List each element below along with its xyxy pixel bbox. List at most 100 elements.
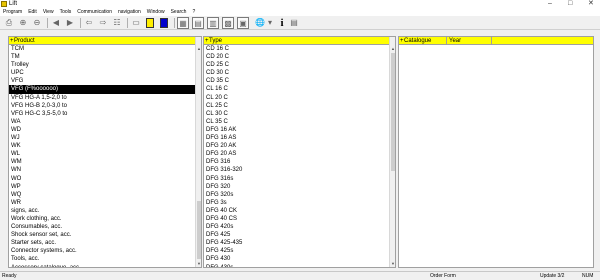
type-list-item[interactable]: DFG 40 CS	[204, 215, 395, 223]
arrow-left-icon[interactable]: ⇦	[83, 17, 95, 29]
info-icon[interactable]: i	[276, 17, 288, 29]
type-list-item[interactable]: DFG 316s	[204, 175, 395, 183]
menu-item-8[interactable]: ?	[192, 9, 195, 15]
product-list-item[interactable]: VFG HG-C 3,5-5,0 to	[9, 110, 201, 118]
type-list-item[interactable]: DFG 425-435	[204, 239, 395, 247]
zoom-out-icon[interactable]: ⊖	[31, 17, 43, 29]
product-list-item[interactable]: VFG HG-A 1,5-2,0 to	[9, 94, 201, 102]
type-list-item[interactable]: DFG 430s	[204, 264, 395, 267]
type-list-item[interactable]: DFG 320	[204, 183, 395, 191]
product-column-header[interactable]: + Product	[9, 37, 201, 45]
catalogue-icon[interactable]: ▤	[288, 17, 300, 29]
product-list-item[interactable]: WR	[9, 199, 201, 207]
document-icon[interactable]: ▭	[130, 17, 142, 29]
maximize-button[interactable]: □	[568, 0, 572, 8]
arrow-right-icon[interactable]: ⇨	[97, 17, 109, 29]
product-list-item[interactable]: WL	[9, 150, 201, 158]
type-list-item[interactable]: DFG 16 AK	[204, 126, 395, 134]
menu-item-0[interactable]: Program	[3, 9, 22, 15]
product-list-item[interactable]: Shock sensor set, acc.	[9, 231, 201, 239]
catalogue-column-header[interactable]: Catalogue	[404, 37, 431, 45]
type-list-item[interactable]: DFG 316	[204, 158, 395, 166]
type-list-item[interactable]: CL 20 C	[204, 94, 395, 102]
yellow-square-icon[interactable]	[144, 17, 156, 29]
type-list-item[interactable]: CD 35 C	[204, 77, 395, 85]
scroll-down-arrow-icon[interactable]: ▼	[390, 261, 395, 267]
tree-view-icon[interactable]: ☷	[111, 17, 123, 29]
product-scrollbar[interactable]: ▲ ▼	[195, 37, 201, 267]
print-icon[interactable]: ⎙	[3, 17, 15, 29]
back-icon[interactable]: ◀	[50, 17, 62, 29]
grid-view-icon[interactable]: ▦	[177, 17, 189, 29]
product-list-item[interactable]: Starter sets, acc.	[9, 239, 201, 247]
type-list-item[interactable]: DFG 316-320	[204, 166, 395, 174]
product-list-item[interactable]: WK	[9, 142, 201, 150]
blue-square-icon[interactable]	[158, 17, 170, 29]
product-list-item[interactable]: WJ	[9, 134, 201, 142]
product-list-item[interactable]: VFG HG-B 2,0-3,0 to	[9, 102, 201, 110]
type-list-item[interactable]: DFG 20 AK	[204, 142, 395, 150]
type-list-item[interactable]: DFG 16 AS	[204, 134, 395, 142]
menu-item-1[interactable]: Edit	[28, 9, 37, 15]
menu-item-7[interactable]: Search	[171, 9, 187, 15]
type-list-item[interactable]: CL 16 C	[204, 85, 395, 93]
menu-item-2[interactable]: View	[43, 9, 54, 15]
menu-item-4[interactable]: Communication	[77, 9, 112, 15]
minimize-button[interactable]: –	[548, 0, 552, 8]
product-list-item[interactable]: WA	[9, 118, 201, 126]
type-list-item[interactable]: CD 30 C	[204, 69, 395, 77]
menu-item-3[interactable]: Tools	[60, 9, 72, 15]
product-list-item[interactable]: Accessory catalogue, acc.	[9, 264, 201, 267]
scroll-thumb[interactable]	[197, 201, 201, 259]
type-list-item[interactable]: DFG 3s	[204, 199, 395, 207]
product-list-item[interactable]: WM	[9, 158, 201, 166]
menu-item-6[interactable]: Window	[147, 9, 165, 15]
year-column-header[interactable]: Year	[449, 37, 461, 45]
zoom-in-icon[interactable]: ⊕	[17, 17, 29, 29]
product-list-item[interactable]: VFG	[9, 77, 201, 85]
type-scrollbar[interactable]: ▲ ▼	[389, 37, 395, 267]
table-view-icon[interactable]: ▥	[207, 17, 219, 29]
tiles-view-icon[interactable]: ▩	[222, 17, 234, 29]
product-list-item[interactable]: WD	[9, 126, 201, 134]
type-list-item[interactable]: CD 16 C	[204, 45, 395, 53]
type-pane: + Type CD 16 C CD 20 C CD 25 C CD 30 C CD 35…	[203, 36, 396, 268]
type-list-item[interactable]: DFG 425s	[204, 247, 395, 255]
type-list-item[interactable]: CD 25 C	[204, 61, 395, 69]
menu-item-5[interactable]: navigation	[118, 9, 141, 15]
type-list-item[interactable]: DFG 320s	[204, 191, 395, 199]
type-list-item[interactable]: CL 30 C	[204, 110, 395, 118]
scroll-down-arrow-icon[interactable]: ▼	[196, 261, 201, 267]
product-list-item[interactable]: signs, acc.	[9, 207, 201, 215]
product-list-item[interactable]: WP	[9, 183, 201, 191]
product-list-item[interactable]: WN	[9, 166, 201, 174]
product-list-item[interactable]: Connector systems, acc.	[9, 247, 201, 255]
scroll-up-arrow-icon[interactable]: ▲	[390, 46, 395, 52]
dropdown-arrow-icon[interactable]: ▾	[264, 17, 276, 29]
forward-icon[interactable]: ▶	[64, 17, 76, 29]
type-list-item[interactable]: CL 25 C	[204, 102, 395, 110]
product-list-item[interactable]: TM	[9, 53, 201, 61]
product-list-item[interactable]: Consumables, acc.	[9, 223, 201, 231]
type-list-item[interactable]: CL 35 C	[204, 118, 395, 126]
type-list-item[interactable]: DFG 425	[204, 231, 395, 239]
tag-view-icon[interactable]: ▣	[237, 17, 249, 29]
product-list-item[interactable]: WQ	[9, 191, 201, 199]
close-button[interactable]: ✕	[588, 0, 594, 8]
list-view-icon[interactable]: ▤	[192, 17, 204, 29]
type-list-item[interactable]: DFG 430	[204, 255, 395, 263]
product-list-item[interactable]: VFG (F%oooooo)	[9, 85, 201, 94]
type-list-item[interactable]: DFG 40 CK	[204, 207, 395, 215]
product-list-item[interactable]: Trolley	[9, 61, 201, 69]
product-list-item[interactable]: TCM	[9, 45, 201, 53]
product-list-item[interactable]: Tools, acc.	[9, 255, 201, 263]
scroll-thumb[interactable]	[391, 53, 395, 171]
product-list-item[interactable]: Work clothing, acc.	[9, 215, 201, 223]
type-column-header[interactable]: + Type	[204, 37, 395, 45]
product-list-item[interactable]: WO	[9, 175, 201, 183]
type-list-item[interactable]: CD 20 C	[204, 53, 395, 61]
product-list-item[interactable]: UPC	[9, 69, 201, 77]
type-list-item[interactable]: DFG 420s	[204, 223, 395, 231]
scroll-up-arrow-icon[interactable]: ▲	[196, 46, 201, 52]
type-list-item[interactable]: DFG 20 AS	[204, 150, 395, 158]
